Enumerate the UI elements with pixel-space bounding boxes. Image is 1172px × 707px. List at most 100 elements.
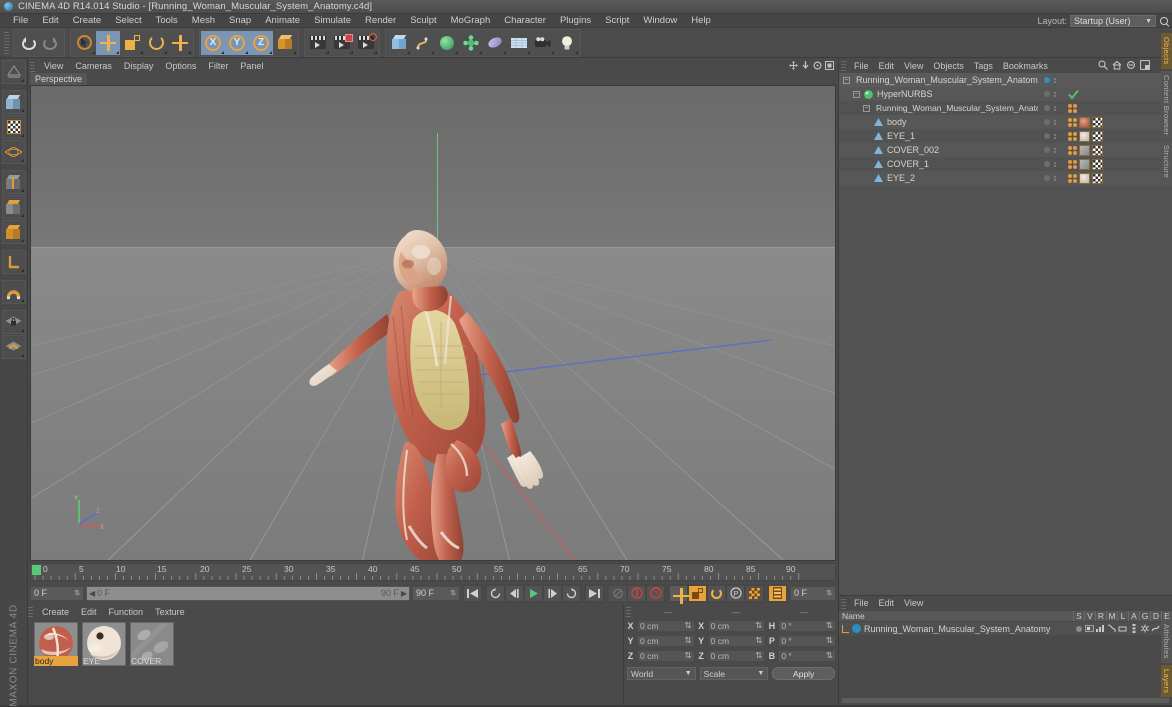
timeline-ruler[interactable]: 0 5 10 15 20 25 30 35 40 45 50 55 60 65 … — [30, 563, 836, 581]
spinner-icon[interactable]: ⇅ — [826, 589, 832, 597]
cell-m[interactable] — [1106, 624, 1117, 633]
menu-character[interactable]: Character — [497, 14, 553, 28]
menu-mograph[interactable]: MoGraph — [444, 14, 498, 28]
play-icon[interactable] — [524, 584, 543, 602]
world-object-axis-icon[interactable] — [273, 30, 297, 55]
material-menu-texture[interactable]: Texture — [149, 607, 191, 617]
right-frame-field[interactable]: 0 F ⇅ — [790, 585, 836, 601]
visibility-dot-editor[interactable] — [1044, 77, 1050, 83]
visibility-dot-render[interactable] — [1054, 133, 1056, 139]
visibility-dot-editor[interactable] — [1044, 147, 1050, 153]
range-right-arrow-icon[interactable]: ▶ — [401, 589, 407, 598]
material-tag-icon[interactable] — [1079, 144, 1090, 156]
object-manager-drag-handle[interactable] — [841, 60, 846, 71]
go-to-end-icon[interactable] — [585, 584, 604, 602]
polygons-mode-icon[interactable] — [1, 195, 26, 219]
visibility-dot-render[interactable] — [1054, 147, 1056, 153]
object-visibility-dots[interactable] — [1038, 147, 1062, 153]
cell-g[interactable] — [1139, 624, 1150, 633]
camera-icon[interactable] — [531, 30, 555, 55]
pan-icon[interactable] — [789, 61, 798, 70]
nurbs-icon[interactable] — [435, 30, 459, 55]
menu-file[interactable]: File — [6, 14, 35, 28]
uvw-tag-icon[interactable] — [1092, 130, 1103, 142]
om-menu-view[interactable]: View — [899, 61, 928, 71]
menu-snap[interactable]: Snap — [222, 14, 258, 28]
timeline-icon[interactable] — [768, 584, 787, 602]
key-scale-icon[interactable] — [688, 584, 707, 602]
menu-animate[interactable]: Animate — [258, 14, 307, 28]
previous-key-icon[interactable] — [486, 584, 505, 602]
material-menu-edit[interactable]: Edit — [75, 607, 103, 617]
anatomy-model[interactable] — [301, 196, 571, 560]
coord-input-size-z[interactable]: 0 cm ⇅ — [707, 649, 766, 662]
go-to-start-icon[interactable] — [463, 584, 482, 602]
menu-help[interactable]: Help — [684, 14, 718, 28]
make-editable-icon[interactable] — [1, 60, 26, 84]
coord-system-dropdown[interactable]: World ▼ — [627, 667, 696, 680]
visibility-dot-render[interactable] — [1054, 175, 1056, 181]
viewport-menu-display[interactable]: Display — [118, 60, 160, 73]
autokey-icon[interactable] — [608, 584, 627, 602]
home-icon[interactable] — [1112, 60, 1122, 70]
object-visibility-dots[interactable] — [1038, 119, 1062, 125]
render-region-icon[interactable] — [330, 30, 354, 55]
object-row-root[interactable]: – Running_Woman_Muscular_System_Anatomy — [839, 73, 1172, 87]
menu-tools[interactable]: Tools — [149, 14, 185, 28]
object-row-eye2[interactable]: EYE_2 — [839, 171, 1172, 185]
viewport-menu-options[interactable]: Options — [159, 60, 202, 73]
am-menu-view[interactable]: View — [899, 598, 928, 608]
om-menu-file[interactable]: File — [849, 61, 874, 71]
om-menu-bookmarks[interactable]: Bookmarks — [998, 61, 1053, 71]
uvw-tag-icon[interactable] — [1092, 144, 1103, 156]
render-view-icon[interactable] — [306, 30, 330, 55]
cell-d[interactable] — [1150, 624, 1161, 633]
viewport-drag-handle[interactable] — [30, 61, 35, 72]
range-left-arrow-icon[interactable]: ◀ — [89, 589, 95, 598]
column-l[interactable]: L — [1117, 611, 1128, 621]
tab-objects[interactable]: Objects — [1161, 33, 1172, 69]
z-axis-icon[interactable]: Z — [249, 30, 273, 55]
axis-mode-icon[interactable] — [1, 220, 26, 244]
object-row-cover1[interactable]: COVER_1 — [839, 157, 1172, 171]
step-back-icon[interactable] — [505, 584, 524, 602]
coord-mode-dropdown[interactable]: Scale ▼ — [699, 667, 769, 680]
x-axis-icon[interactable]: X — [201, 30, 225, 55]
timeline-range-slider[interactable]: ◀ 0 F 90 F ▶ — [86, 585, 410, 601]
model-mode-icon[interactable] — [1, 90, 26, 114]
visibility-dot-render[interactable] — [1054, 119, 1056, 125]
tab-attributes[interactable]: Attributes — [1161, 620, 1172, 663]
om-menu-tags[interactable]: Tags — [969, 61, 998, 71]
cell-s[interactable] — [1073, 625, 1084, 632]
redo-icon[interactable] — [39, 30, 63, 55]
viewport-canvas[interactable]: Y X Z — [30, 85, 836, 561]
cell-r[interactable] — [1095, 625, 1106, 632]
layer-horizontal-scrollbar[interactable] — [839, 695, 1172, 705]
record-question-icon[interactable]: ? — [646, 584, 665, 602]
menu-sculpt[interactable]: Sculpt — [403, 14, 443, 28]
current-frame-field[interactable]: 0 F ⇅ — [30, 585, 84, 601]
object-visibility-dots[interactable] — [1038, 133, 1062, 139]
material-item[interactable]: EYE — [82, 622, 126, 666]
object-visibility-dots[interactable] — [1038, 175, 1062, 181]
rotate-icon[interactable] — [144, 30, 168, 55]
visibility-dot-editor[interactable] — [1044, 105, 1050, 111]
am-menu-edit[interactable]: Edit — [874, 598, 900, 608]
viewport-menu-panel[interactable]: Panel — [234, 60, 269, 73]
spline-pen-icon[interactable] — [411, 30, 435, 55]
om-menu-objects[interactable]: Objects — [928, 61, 969, 71]
end-frame-field[interactable]: 90 F ⇅ — [412, 585, 460, 601]
menu-edit[interactable]: Edit — [35, 14, 65, 28]
light-icon[interactable] — [555, 30, 579, 55]
new-window-icon[interactable] — [1140, 60, 1150, 70]
layout-dropdown[interactable]: Startup (User) ▼ — [1070, 15, 1156, 27]
object-visibility-dots[interactable] — [1038, 105, 1062, 111]
object-row-cover002[interactable]: COVER_002 — [839, 143, 1172, 157]
lock-workplane-icon[interactable] — [1, 310, 26, 334]
layer-list-empty-area[interactable] — [839, 635, 1172, 695]
visibility-dot-editor[interactable] — [1044, 91, 1050, 97]
column-s[interactable]: S — [1073, 611, 1084, 621]
object-visibility-dots[interactable] — [1038, 77, 1062, 83]
menu-create[interactable]: Create — [66, 14, 109, 28]
uvw-tag-icon[interactable] — [1092, 172, 1103, 184]
